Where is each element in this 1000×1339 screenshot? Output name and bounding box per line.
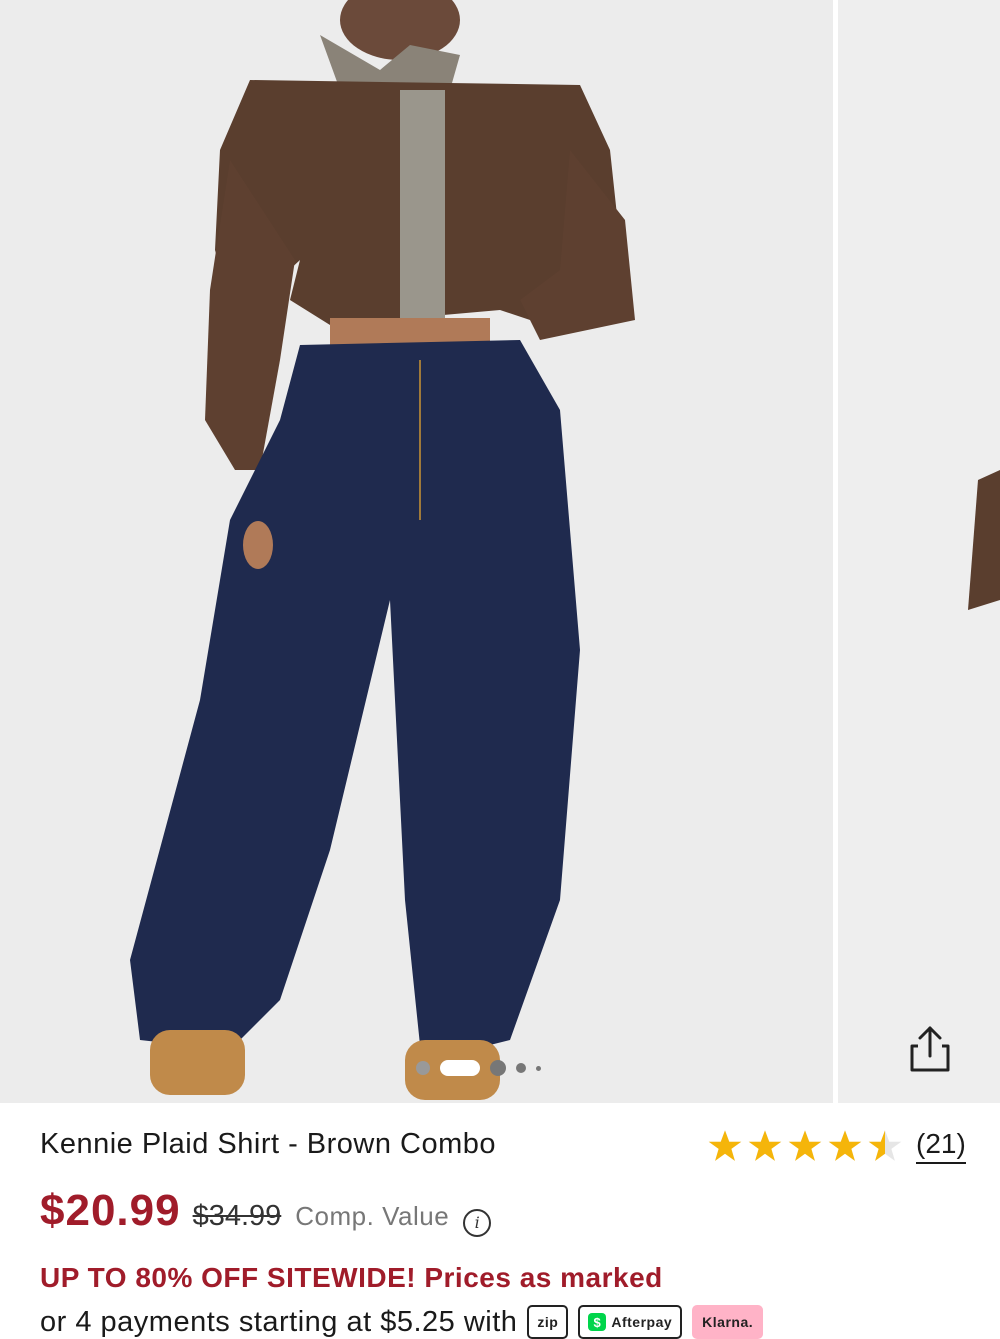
product-title: Kennie Plaid Shirt - Brown Combo [40, 1128, 497, 1160]
star-icon [868, 1130, 902, 1161]
star-icon [788, 1130, 822, 1161]
original-price: $34.99 [192, 1200, 282, 1232]
gallery-pagination[interactable] [416, 1058, 541, 1078]
pagination-dot[interactable] [416, 1061, 430, 1075]
pagination-dot[interactable] [490, 1060, 506, 1076]
sale-price: $20.99 [40, 1186, 181, 1235]
review-count-link[interactable]: (21) [916, 1128, 966, 1164]
comp-value-label: Comp. Value [295, 1201, 450, 1231]
zip-logo-icon[interactable]: zip [527, 1305, 569, 1339]
info-icon[interactable]: i [463, 1208, 492, 1237]
next-photo-peek [968, 470, 1000, 610]
cash-app-afterpay-icon[interactable]: $ Afterpay [578, 1305, 683, 1339]
star-icon [748, 1130, 782, 1161]
payments-text: or 4 payments starting at $5.25 with [40, 1305, 518, 1338]
product-image-gallery[interactable] [0, 0, 1000, 1103]
pagination-dot[interactable] [516, 1063, 526, 1073]
star-icon [828, 1130, 862, 1161]
product-image-main[interactable] [0, 0, 833, 1103]
product-rating[interactable]: (21) [708, 1128, 966, 1164]
share-button[interactable] [898, 1016, 962, 1080]
product-image-next-peek[interactable] [838, 0, 1000, 1103]
share-icon [910, 1026, 950, 1072]
promo-banner: UP TO 80% OFF SITEWIDE! Prices as marked [40, 1262, 663, 1293]
payment-options: or 4 payments starting at $5.25 with zip… [40, 1305, 764, 1339]
model-photo [130, 0, 635, 1100]
star-icon [708, 1130, 742, 1161]
rating-stars [708, 1129, 902, 1163]
pagination-dot-active[interactable] [440, 1060, 480, 1076]
cash-app-icon: $ [588, 1313, 607, 1331]
klarna-logo-icon[interactable]: Klarna. [692, 1305, 764, 1339]
pagination-dot[interactable] [536, 1065, 541, 1071]
price-row: $20.99 $34.99 Comp. Value i [40, 1186, 492, 1237]
